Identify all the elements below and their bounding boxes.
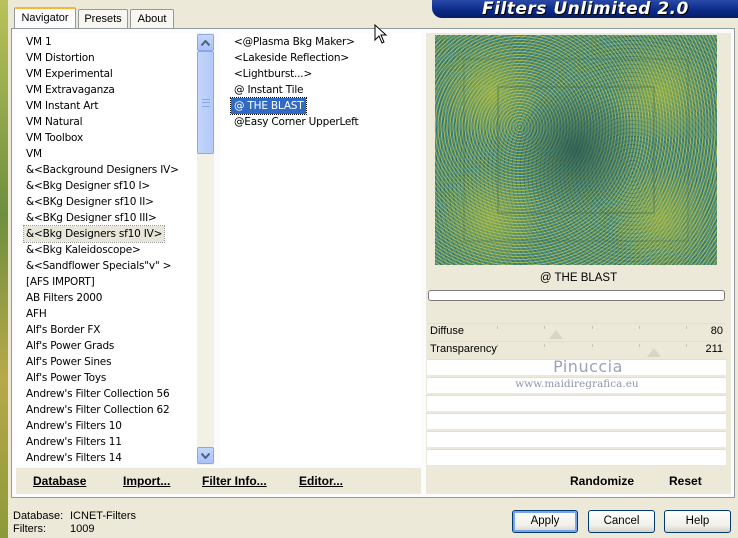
parameter-row-empty	[427, 395, 726, 411]
category-item[interactable]: &<Bkg Designers sf10 IV>	[22, 225, 166, 243]
mouse-pointer-icon	[374, 24, 388, 44]
slider-thumb[interactable]	[646, 348, 661, 357]
background-strip	[0, 0, 8, 538]
category-item[interactable]: Andrew's Filter Collection 62	[24, 402, 172, 418]
scroll-up-button[interactable]	[197, 34, 214, 51]
parameter-label: Transparency	[430, 343, 497, 355]
category-item[interactable]: Andrew's Filters 11	[24, 434, 124, 450]
scroll-thumb[interactable]	[197, 51, 214, 154]
filter-item[interactable]: <Lakeside Reflection>	[231, 50, 352, 66]
apply-button[interactable]: Apply	[512, 510, 578, 533]
category-item[interactable]: VM Natural	[24, 114, 84, 130]
category-item[interactable]: AFH	[24, 306, 49, 322]
category-item[interactable]: &<Bkg Kaleidoscope>	[24, 242, 143, 258]
scroll-down-button[interactable]	[197, 447, 214, 464]
database-button[interactable]: Database	[33, 474, 86, 488]
parameter-row-empty	[427, 449, 726, 465]
category-item[interactable]: Alf's Power Sines	[24, 354, 113, 370]
category-scrollbar[interactable]	[197, 33, 214, 465]
category-item[interactable]: Andrew's Filters 10	[24, 418, 124, 434]
category-item[interactable]: Alf's Power Toys	[24, 370, 108, 386]
category-item[interactable]: Andrew's Filters 14	[24, 450, 124, 465]
preview-image	[435, 35, 717, 265]
slider-tick	[686, 344, 687, 347]
filter-info-button[interactable]: Filter Info...	[202, 474, 267, 488]
filters-count-value: 1009	[70, 523, 95, 535]
parameter-row[interactable]: Transparency 211	[427, 341, 726, 357]
slider-tick	[686, 326, 687, 329]
slider-tick	[591, 344, 593, 347]
preview-pattern-inner	[497, 85, 655, 215]
import-button[interactable]: Import...	[123, 474, 170, 488]
slider-tick	[544, 344, 546, 347]
slider-tick	[497, 344, 498, 347]
category-item[interactable]: [AFS IMPORT]	[24, 274, 97, 290]
category-item[interactable]: VM Extravaganza	[24, 82, 117, 98]
parameter-slider[interactable]	[497, 324, 687, 340]
filter-item[interactable]: @Easy Corner UpperLeft	[231, 114, 361, 130]
filter-list[interactable]: <@Plasma Bkg Maker> <Lakeside Reflection>…	[220, 33, 421, 465]
slider-tick	[638, 344, 640, 347]
slider-tick	[591, 326, 593, 329]
selected-filter-name: @ THE BLAST	[426, 269, 731, 287]
parameter-value: 211	[705, 343, 723, 355]
category-item[interactable]: VM 1	[24, 34, 53, 50]
database-label: Database:	[13, 510, 64, 522]
category-item[interactable]: &<BKg Designer sf10 II>	[24, 194, 156, 210]
filter-item[interactable]: <@Plasma Bkg Maker>	[231, 34, 358, 50]
watermark-name: Pinuccia	[553, 357, 623, 376]
category-item[interactable]: Andrew's Filter Collection 56	[24, 386, 172, 402]
category-item[interactable]: VM	[24, 146, 44, 162]
chevron-up-icon	[201, 39, 210, 46]
filter-item[interactable]: @ THE BLAST	[229, 97, 308, 115]
filter-item[interactable]: <Lightburst...>	[231, 66, 315, 82]
parameter-label: Diffuse	[430, 325, 465, 337]
cancel-button[interactable]: Cancel	[588, 510, 655, 533]
watermark-url: www.maidiregrafica.eu	[515, 378, 639, 390]
grip-icon	[202, 99, 210, 107]
parameter-slider[interactable]	[497, 342, 687, 358]
slider-tick	[497, 326, 498, 329]
tab-about[interactable]: About	[130, 9, 174, 28]
category-item[interactable]: AB Filters 2000	[24, 290, 104, 306]
category-item[interactable]: VM Distortion	[24, 50, 96, 66]
category-item[interactable]: &<Sandflower Specials"v" >	[24, 258, 173, 274]
category-item[interactable]: &<BKg Designer sf10 III>	[24, 210, 159, 226]
parameter-row-empty	[427, 413, 726, 429]
help-button[interactable]: Help	[664, 510, 731, 533]
app-title-banner: Filters Unlimited 2.0	[432, 0, 738, 18]
reset-button[interactable]: Reset	[669, 474, 702, 488]
slider-tick	[638, 326, 640, 329]
tab-presets[interactable]: Presets	[78, 9, 128, 28]
chevron-down-icon	[201, 452, 210, 459]
category-item[interactable]: Alf's Border FX	[24, 322, 102, 338]
parameter-value: 80	[710, 325, 723, 337]
category-item[interactable]: Alf's Power Grads	[24, 338, 116, 354]
filter-item[interactable]: @ Instant Tile	[231, 82, 306, 98]
category-item[interactable]: VM Experimental	[24, 66, 115, 82]
filters-count-label: Filters:	[13, 523, 46, 535]
progress-bar	[428, 290, 725, 301]
category-item[interactable]: VM Toolbox	[24, 130, 85, 146]
database-value: ICNET-Filters	[70, 510, 136, 522]
category-item[interactable]: &<Bkg Designer sf10 I>	[24, 178, 152, 194]
randomize-button[interactable]: Randomize	[570, 474, 634, 488]
category-list[interactable]: VM 1 VM Distortion VM Experimental VM Extra…	[16, 33, 214, 465]
category-item[interactable]: &<Background Designers IV>	[24, 162, 181, 178]
slider-thumb[interactable]	[548, 330, 563, 339]
tab-navigator[interactable]: Navigator	[14, 7, 76, 29]
slider-tick	[544, 326, 546, 329]
parameter-row-empty	[427, 431, 726, 447]
editor-button[interactable]: Editor...	[299, 474, 343, 488]
parameter-row[interactable]: Diffuse 80	[427, 323, 726, 339]
category-item[interactable]: VM Instant Art	[24, 98, 100, 114]
